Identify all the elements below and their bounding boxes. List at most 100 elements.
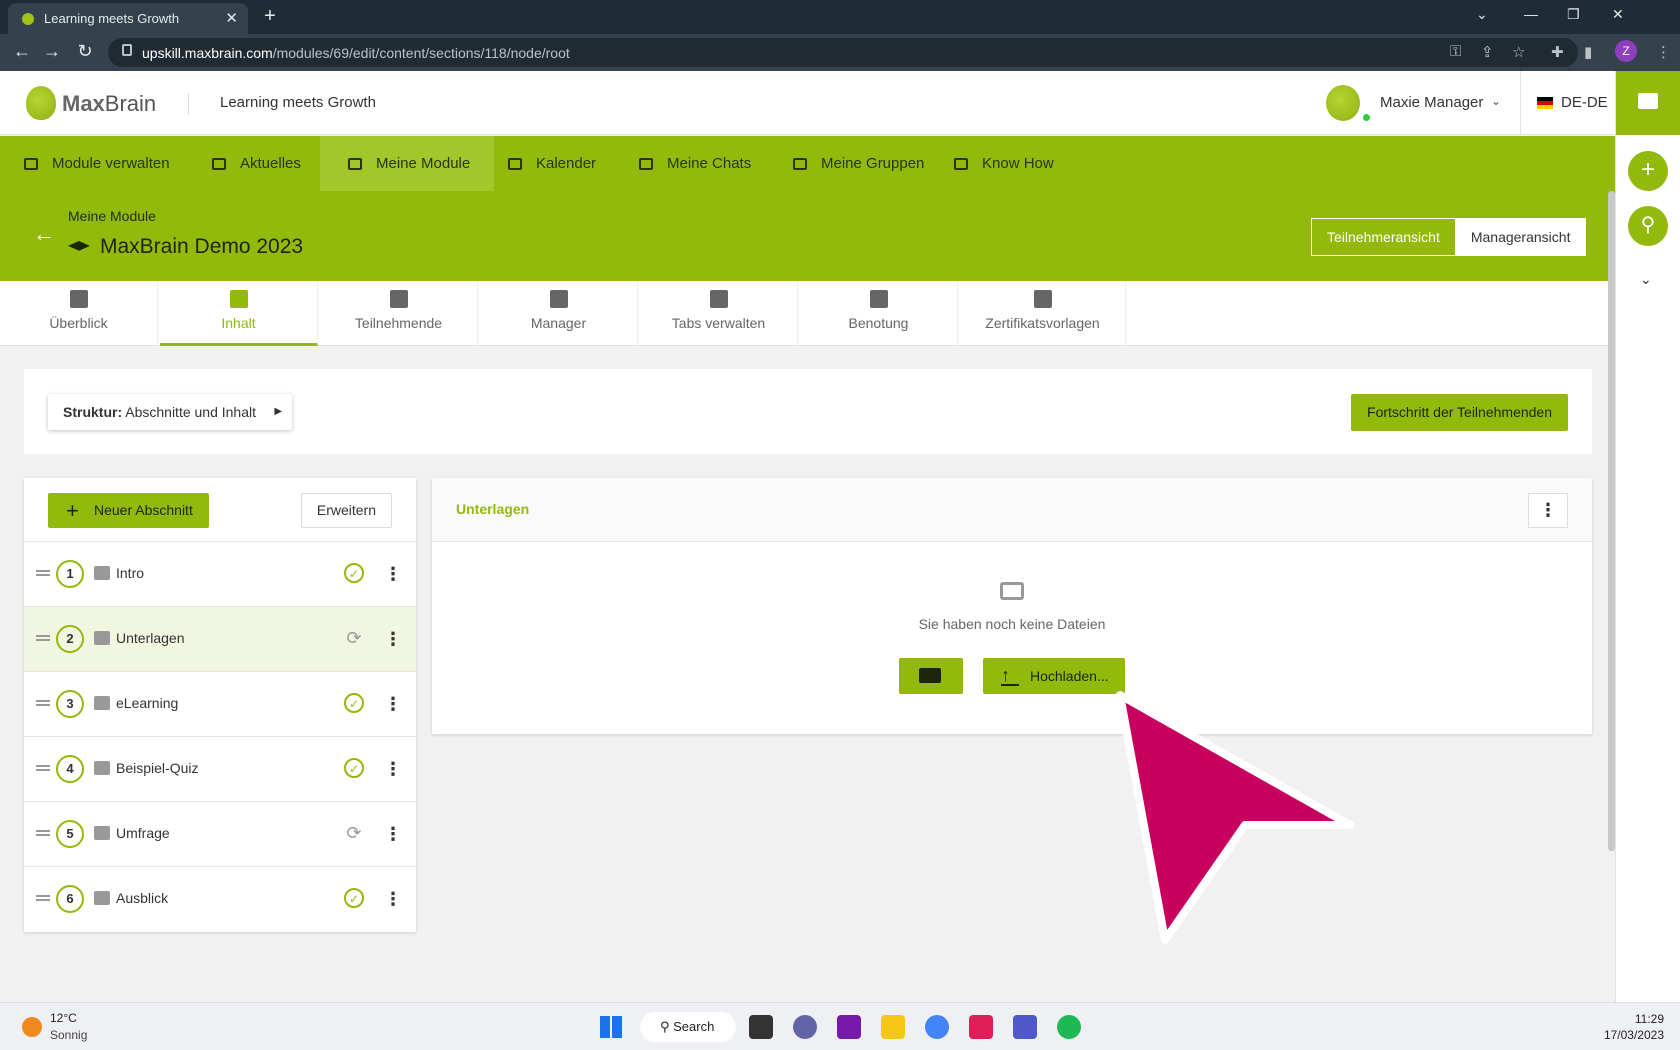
nav-meine-chats[interactable]: Meine Chats [639, 136, 751, 191]
more-vert-icon[interactable]: ⋮ [384, 822, 402, 846]
user-menu-chevron-icon[interactable]: ⌄ [1491, 94, 1501, 108]
section-row[interactable]: 6 Ausblick ✓ ⋮ [24, 867, 416, 932]
extensions-icon[interactable]: ✚ [1551, 43, 1564, 61]
lock-icon [122, 44, 132, 56]
share-icon[interactable]: ⇪ [1481, 43, 1494, 61]
nav-kalender[interactable]: Kalender [508, 136, 596, 191]
news-icon [212, 157, 226, 170]
section-row[interactable]: 4 Beispiel-Quiz ✓ ⋮ [24, 737, 416, 802]
nav-meine-module[interactable]: Meine Module [320, 136, 495, 191]
section-number: 5 [56, 820, 84, 848]
view-switch: Teilnehmeransicht Manageransicht [1311, 218, 1587, 256]
more-vert-button[interactable]: ⋮ [1528, 493, 1568, 528]
nav-aktuelles[interactable]: Aktuelles [212, 136, 301, 191]
language-selector[interactable]: DE-DE [1561, 94, 1608, 111]
drag-handle-icon[interactable] [36, 700, 50, 702]
graduation-cap-icon [348, 157, 362, 170]
section-row[interactable]: 5 Umfrage ⟳ ⋮ [24, 802, 416, 867]
structure-selector[interactable]: Struktur: Abschnitte und Inhalt ▶ [48, 394, 293, 430]
weather-sun-icon[interactable] [22, 1017, 42, 1037]
address-bar[interactable]: upskill.maxbrain.com/modules/69/edit/con… [108, 38, 1578, 67]
brand-name[interactable]: MaxBrain [62, 91, 156, 117]
progress-button[interactable]: Fortschritt der Teilnehmenden [1351, 394, 1568, 431]
weather-temperature: 12°C [50, 1011, 77, 1025]
taskbar-search[interactable]: ⚲ Search [640, 1012, 736, 1042]
teams-chat-icon[interactable] [793, 1015, 817, 1039]
key-icon[interactable]: ⚿ [1450, 43, 1461, 60]
user-avatar[interactable] [1326, 85, 1360, 121]
close-window-icon[interactable]: ✕ [1612, 6, 1624, 23]
section-label: Ausblick [116, 890, 169, 906]
tab-inhalt[interactable]: Inhalt [160, 281, 318, 346]
new-folder-button[interactable] [899, 658, 963, 694]
breadcrumb[interactable]: Meine Module [68, 208, 156, 224]
forward-icon[interactable]: → [41, 41, 63, 62]
tab-manager[interactable]: Manager [480, 281, 638, 346]
section-number: 4 [56, 755, 84, 783]
onenote-icon[interactable] [837, 1015, 861, 1039]
system-clock[interactable]: 11:29 17/03/2023 [1604, 1011, 1664, 1043]
reload-icon[interactable]: ↻ [74, 41, 96, 62]
add-button[interactable]: + [1628, 151, 1668, 191]
calendar-icon [508, 157, 522, 170]
restore-icon[interactable]: ❐ [1567, 6, 1580, 23]
more-vert-icon[interactable]: ⋮ [384, 692, 402, 716]
section-row[interactable]: 2 Unterlagen ⟳ ⋮ [24, 607, 416, 672]
modules-icon [24, 157, 38, 170]
more-vert-icon[interactable]: ⋮ [384, 887, 402, 911]
page-scrollbar[interactable] [1608, 191, 1615, 851]
menu-icon[interactable]: ⋮ [1656, 43, 1671, 61]
minimize-icon[interactable]: — [1524, 6, 1538, 22]
tab-teilnehmende[interactable]: Teilnehmende [320, 281, 478, 346]
upload-button[interactable]: ↑ Hochladen... [983, 658, 1125, 694]
windows-start-icon[interactable] [600, 1016, 622, 1038]
more-vert-icon[interactable]: ⋮ [384, 562, 402, 586]
teams-icon[interactable] [1013, 1015, 1037, 1039]
task-view-icon[interactable] [749, 1015, 773, 1039]
expand-button[interactable]: Erweitern [300, 493, 392, 528]
drag-handle-icon[interactable] [36, 895, 50, 897]
tab-tabs-verwalten[interactable]: Tabs verwalten [640, 281, 798, 346]
nav-meine-gruppen[interactable]: Meine Gruppen [793, 136, 924, 191]
search-button[interactable]: ⚲ [1628, 206, 1668, 246]
tab-ueberblick[interactable]: Überblick [0, 281, 158, 346]
drag-handle-icon[interactable] [36, 830, 50, 832]
more-vert-icon[interactable]: ⋮ [384, 757, 402, 781]
chat-bubble-icon [639, 157, 653, 170]
browser-tab[interactable]: Learning meets Growth ✕ [8, 3, 248, 34]
manager-icon [549, 290, 568, 308]
participant-view-button[interactable]: Teilnehmeransicht [1312, 219, 1456, 255]
user-name[interactable]: Maxie Manager [1380, 94, 1483, 111]
new-tab-button[interactable]: + [258, 5, 282, 29]
new-section-button[interactable]: + Neuer Abschnitt [48, 493, 209, 528]
section-row[interactable]: 3 eLearning ✓ ⋮ [24, 672, 416, 737]
chat-button[interactable] [1616, 71, 1680, 135]
section-row[interactable]: 1 Intro ✓ ⋮ [24, 542, 416, 607]
maxbrain-logo-icon[interactable] [26, 86, 56, 120]
rail-chevron-down-icon[interactable]: ⌄ [1640, 271, 1652, 288]
back-icon[interactable]: ← [11, 41, 33, 62]
close-tab-icon[interactable]: ✕ [225, 9, 238, 27]
drag-handle-icon[interactable] [36, 765, 50, 767]
section-detail-title: Unterlagen [456, 501, 530, 517]
tab-benotung[interactable]: Benotung [800, 281, 958, 346]
sidepanel-icon[interactable]: ▮ [1584, 43, 1592, 61]
profile-avatar[interactable]: Z [1615, 40, 1637, 62]
tab-zertifikatsvorlagen[interactable]: Zertifikatsvorlagen [960, 281, 1126, 346]
dashboard-icon [69, 290, 88, 308]
nav-know-how[interactable]: Know How [954, 136, 1054, 191]
back-arrow-icon[interactable]: ← [33, 221, 55, 247]
nav-module-verwalten[interactable]: Module verwalten [24, 136, 188, 191]
more-vert-icon[interactable]: ⋮ [384, 627, 402, 651]
slack-icon[interactable] [969, 1015, 993, 1039]
spotify-icon[interactable] [1057, 1015, 1081, 1039]
chevron-down-icon[interactable]: ⌄ [1476, 6, 1488, 23]
weather-description: Sonnig [50, 1028, 88, 1042]
online-status-icon [1362, 113, 1371, 122]
file-explorer-icon[interactable] [881, 1015, 905, 1039]
star-icon[interactable]: ☆ [1512, 43, 1525, 61]
manager-view-button[interactable]: Manageransicht [1455, 219, 1586, 255]
chrome-icon[interactable] [925, 1015, 949, 1039]
drag-handle-icon[interactable] [36, 570, 50, 572]
drag-handle-icon[interactable] [36, 635, 50, 637]
